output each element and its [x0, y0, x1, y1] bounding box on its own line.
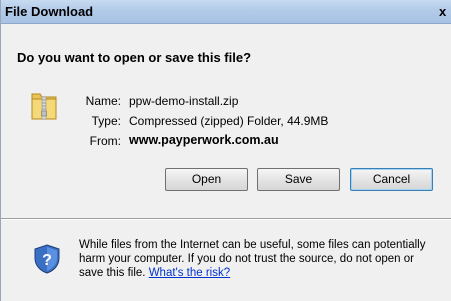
file-download-dialog: File Download x Do you want to open or s…: [0, 0, 451, 301]
warning-line-2: harm your computer. If you do not trust …: [79, 253, 414, 265]
dialog-heading: Do you want to open or save this file?: [17, 50, 252, 65]
source-url-value: www.payperwork.com.au: [129, 133, 279, 147]
file-type-value: Compressed (zipped) Folder, 44.9MB: [129, 114, 329, 128]
whats-the-risk-link[interactable]: What's the risk?: [149, 267, 230, 279]
svg-text:?: ?: [42, 252, 52, 269]
security-warning: While files from the Internet can be use…: [79, 238, 449, 280]
cancel-button[interactable]: Cancel: [350, 168, 433, 191]
warning-line-3: save this file.: [79, 267, 146, 279]
separator: [1, 218, 451, 220]
type-label: Type:: [91, 114, 121, 128]
name-label: Name:: [85, 94, 121, 108]
file-name-value: ppw-demo-install.zip: [129, 94, 239, 108]
from-label: From:: [89, 134, 121, 148]
close-button[interactable]: x: [439, 4, 451, 20]
save-button[interactable]: Save: [257, 168, 340, 191]
open-button[interactable]: Open: [165, 168, 248, 191]
window-title: File Download: [5, 4, 94, 19]
zip-folder-icon: [31, 93, 57, 120]
warning-line-1: While files from the Internet can be use…: [79, 239, 426, 251]
title-bar: File Download x: [1, 0, 451, 24]
security-shield-icon: ?: [34, 244, 60, 274]
